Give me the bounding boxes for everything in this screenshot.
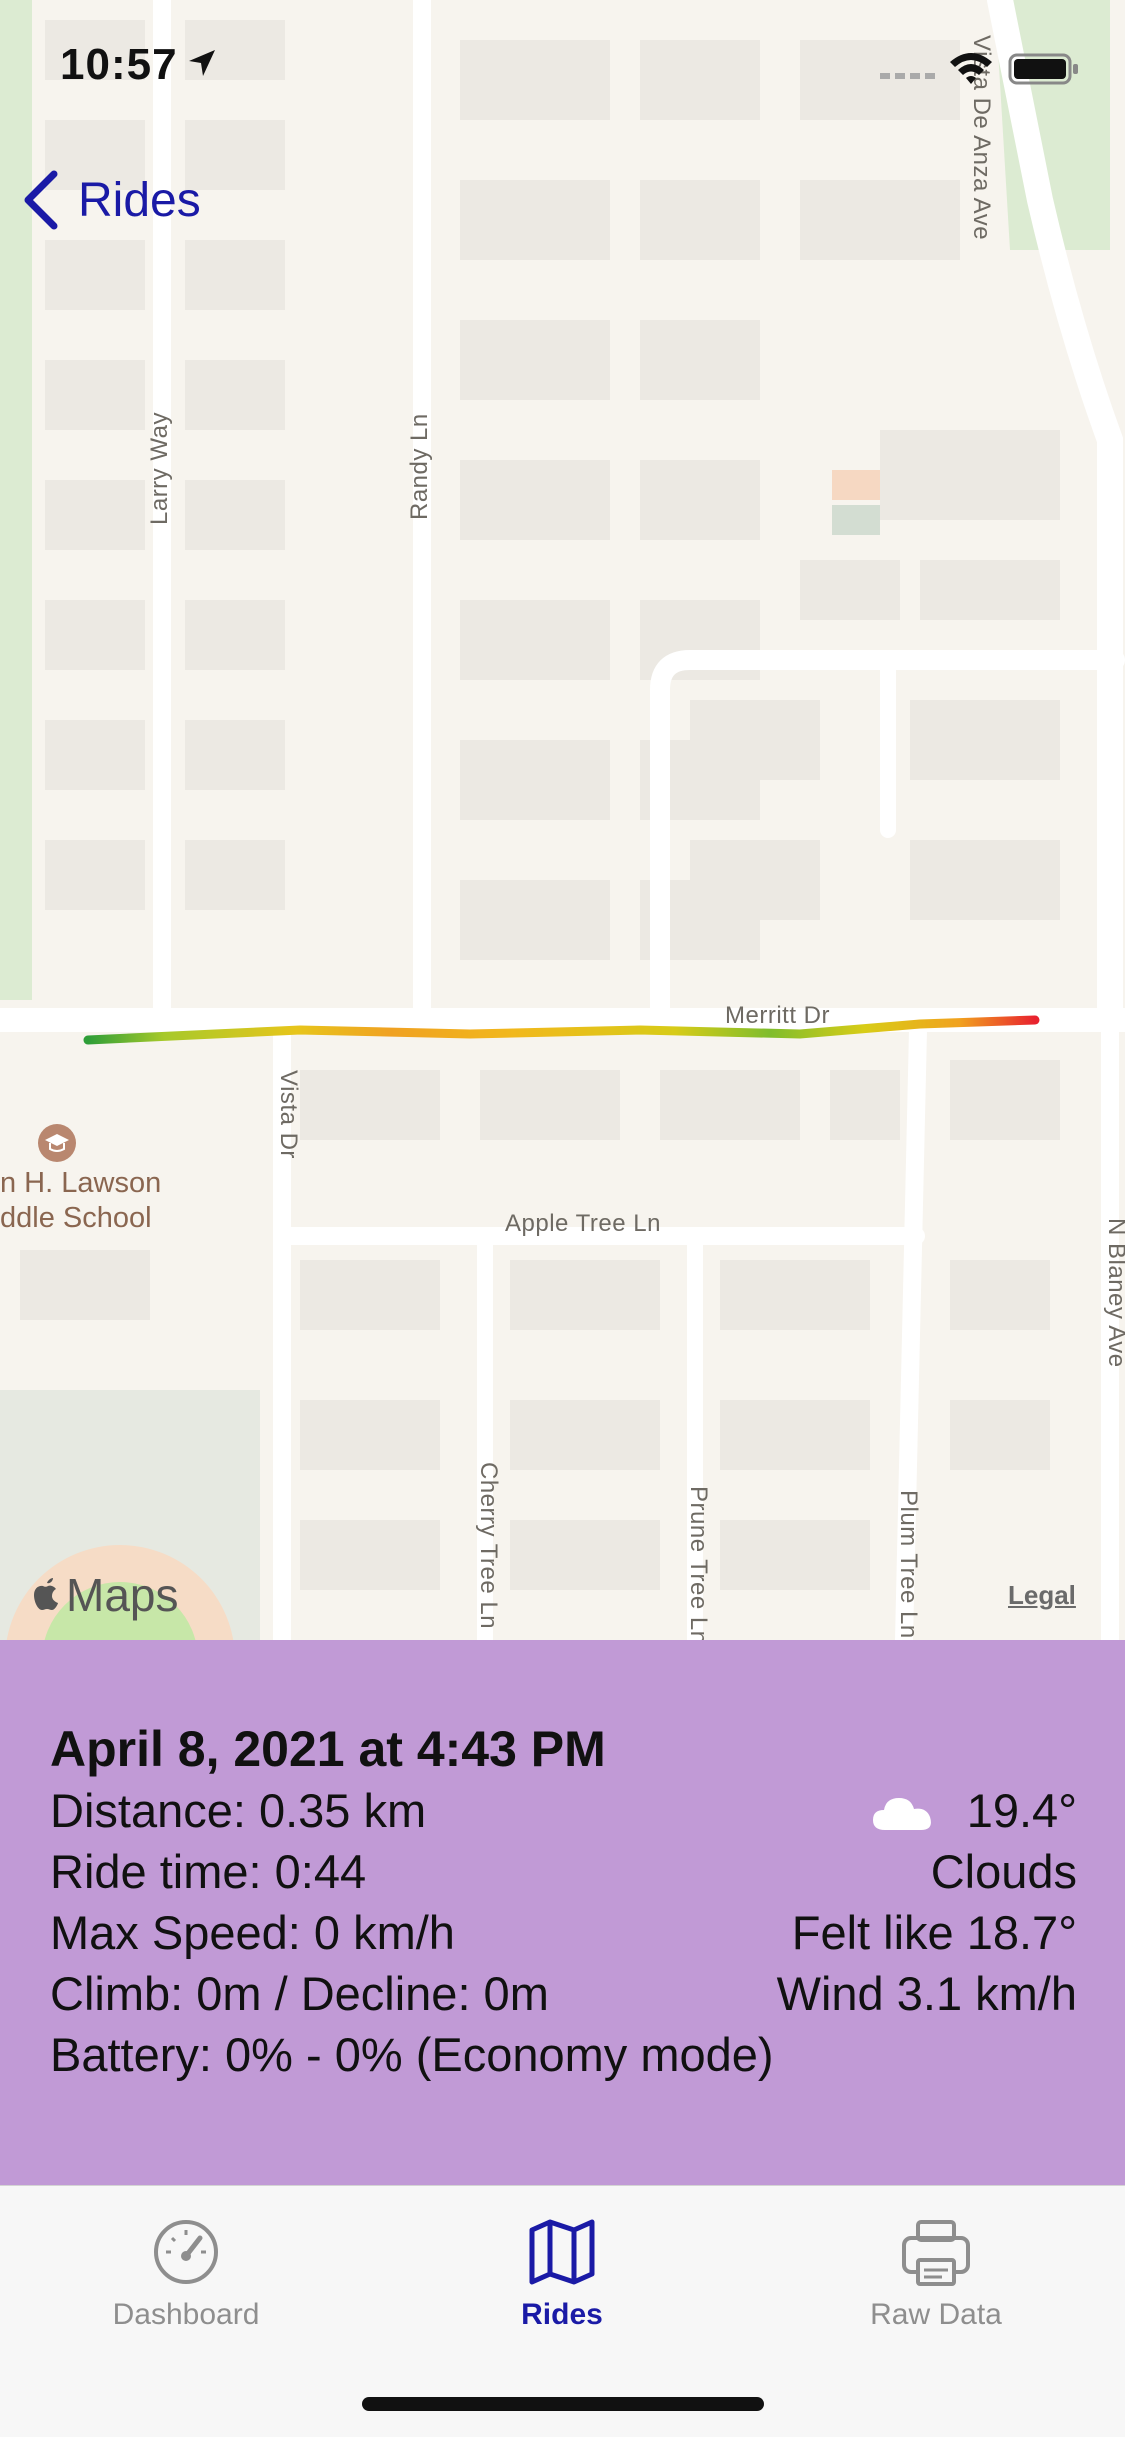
printer-icon	[902, 2220, 970, 2286]
weather-temperature: 19.4°	[966, 1784, 1077, 1837]
back-button[interactable]: Rides	[20, 160, 201, 240]
maps-attribution: Maps	[28, 1568, 178, 1622]
ride-details-panel: April 8, 2021 at 4:43 PM Distance: 0.35 …	[0, 1640, 1125, 2185]
maps-attribution-text: Maps	[66, 1569, 179, 1621]
street-label-larry-way: Larry Way	[146, 412, 173, 525]
tab-raw-data-label: Raw Data	[870, 2298, 1002, 2331]
school-label-line1: n H. Lawson	[0, 1167, 162, 1199]
weather-felt-like: Felt like 18.7°	[791, 1906, 1077, 1959]
street-label-prune-tree-ln: Prune Tree Ln	[685, 1486, 712, 1640]
status-bar: 10:57	[0, 0, 1125, 140]
ride-title: April 8, 2021 at 4:43 PM	[50, 1721, 606, 1777]
street-label-plum-tree-ln: Plum Tree Ln	[895, 1490, 922, 1639]
chevron-left-icon	[24, 170, 58, 230]
tab-rides-label: Rides	[521, 2298, 603, 2331]
street-label-cherry-tree-ln: Cherry Tree Ln	[475, 1462, 502, 1630]
back-button-label: Rides	[78, 173, 201, 227]
weather-wind: Wind 3.1 km/h	[776, 1967, 1077, 2020]
status-time: 10:57	[60, 40, 178, 89]
street-label-randy-ln: Randy Ln	[406, 413, 433, 520]
tab-dashboard[interactable]: Dashboard	[36, 2216, 336, 2332]
school-label: n H. Lawson ddle School	[0, 1166, 161, 1236]
weather-condition: Clouds	[930, 1845, 1077, 1898]
location-arrow-icon	[189, 50, 215, 76]
map-icon	[529, 2219, 595, 2285]
ride-map[interactable]: Larry Way Randy Ln Vista De Anza Ave Mer…	[0, 0, 1125, 1640]
tab-dashboard-label: Dashboard	[112, 2298, 260, 2331]
ride-battery: Battery: 0% - 0% (Economy mode)	[50, 2028, 774, 2081]
map-canvas[interactable]	[0, 0, 1125, 1640]
cellular-signal-icon	[880, 73, 935, 79]
street-label-apple-tree-ln: Apple Tree Ln	[505, 1210, 661, 1237]
home-indicator[interactable]	[362, 2397, 764, 2411]
street-label-n-blaney-ave: N Blaney Ave	[1103, 1218, 1125, 1368]
school-icon[interactable]	[38, 1124, 76, 1162]
tab-rides[interactable]: Rides	[412, 2216, 712, 2332]
street-label-vista-dr: Vista Dr	[275, 1070, 302, 1159]
ride-time: Ride time: 0:44	[50, 1845, 367, 1898]
cloud-icon	[873, 1798, 931, 1830]
legal-link[interactable]: Legal	[1008, 1580, 1076, 1611]
ride-max-speed: Max Speed: 0 km/h	[50, 1906, 455, 1959]
battery-icon	[1008, 53, 1078, 85]
apple-logo-icon	[34, 1578, 58, 1610]
school-label-line2: ddle School	[0, 1202, 152, 1234]
speedometer-icon	[154, 2220, 218, 2284]
tab-raw-data[interactable]: Raw Data	[786, 2216, 1086, 2332]
ride-climb-decline: Climb: 0m / Decline: 0m	[50, 1967, 549, 2020]
wifi-icon	[950, 53, 992, 84]
street-label-merritt-dr: Merritt Dr	[725, 1002, 830, 1029]
ride-distance: Distance: 0.35 km	[50, 1784, 427, 1837]
